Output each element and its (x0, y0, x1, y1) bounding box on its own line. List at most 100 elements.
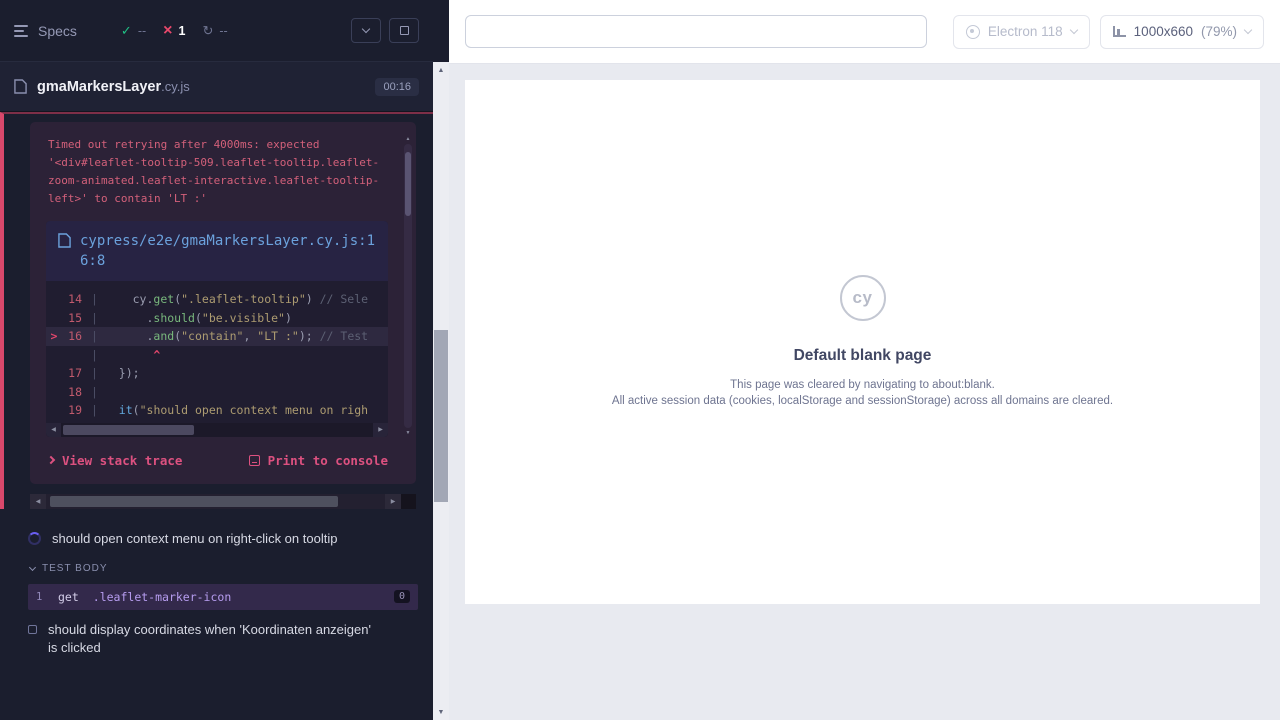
line-marker-gutter (46, 364, 62, 383)
test-pending[interactable]: should display coordinates when 'Koordin… (0, 613, 433, 665)
code-token (105, 403, 119, 417)
aut-toolbar: Electron 118 1000x660 (79%) (449, 0, 1280, 64)
code-token: // Test (320, 329, 368, 343)
spec-base-name: gmaMarkersLayer (37, 79, 161, 95)
scrollbar-thumb[interactable] (50, 496, 338, 507)
scrollbar-thumb[interactable] (405, 152, 411, 216)
specs-menu-icon[interactable] (14, 25, 28, 37)
attempt-horizontal-scrollbar[interactable]: ◀ ▶ (30, 494, 416, 509)
reporter-sidebar: Specs ✓ -- × 1 ↻ -- gmaMarkersLayer.cy.j… (0, 0, 433, 720)
chevron-down-icon (362, 25, 370, 33)
scrollbar-thumb[interactable] (63, 425, 194, 435)
code-text: .should("be.visible") (105, 309, 292, 328)
gutter-separator: | (91, 290, 98, 309)
scrollbar-track[interactable] (404, 144, 412, 428)
error-actions: View stack trace Print to console (48, 453, 388, 468)
command-count-badge: 0 (394, 590, 410, 603)
print-to-console-link[interactable]: Print to console (249, 453, 388, 468)
spec-header[interactable]: gmaMarkersLayer.cy.js 00:16 (0, 62, 433, 112)
blank-page-title: Default blank page (794, 347, 932, 365)
code-frame-file-link[interactable]: cypress/e2e/gmaMarkersLayer.cy.js:16:8 (80, 231, 376, 271)
line-number: 14 (62, 290, 82, 309)
specs-label[interactable]: Specs (38, 23, 77, 39)
right-arrow-icon[interactable]: ▶ (385, 494, 401, 509)
viewport-zoom: (79%) (1201, 24, 1237, 39)
spec-extension: .cy.js (161, 79, 190, 94)
error-panel: Timed out retrying after 4000ms: expecte… (30, 122, 416, 484)
error-line-marker: > (46, 327, 62, 346)
left-arrow-icon[interactable]: ◀ (46, 423, 61, 437)
scrollbar-thumb[interactable] (434, 330, 448, 502)
up-arrow-icon[interactable]: ▲ (406, 134, 411, 144)
view-stack-trace-link[interactable]: View stack trace (48, 453, 182, 468)
test-body-section[interactable]: TEST BODY (0, 556, 433, 581)
viewport-icon (1113, 26, 1126, 37)
code-frame: cypress/e2e/gmaMarkersLayer.cy.js:16:8 1… (46, 221, 388, 437)
code-text: cy.get(".leaflet-tooltip") // Sele (105, 290, 368, 309)
scrollbar-corner (401, 494, 416, 509)
file-icon (58, 233, 71, 248)
viewport-control[interactable]: 1000x660 (79%) (1100, 15, 1264, 49)
gutter-separator: | (91, 309, 98, 328)
line-marker-gutter (46, 309, 62, 328)
code-line: | ^ (46, 346, 388, 365)
print-icon (249, 455, 260, 466)
code-token: }); (105, 366, 140, 380)
file-icon (14, 79, 27, 94)
line-marker-gutter (46, 401, 62, 420)
aut-pane: Electron 118 1000x660 (79%) cy Default b… (449, 0, 1280, 720)
gutter-separator: | (91, 401, 98, 420)
line-number: 17 (62, 364, 82, 383)
blank-page: cy Default blank page This page was clea… (465, 80, 1260, 604)
command-number: 1 (36, 591, 58, 603)
failed-count: 1 (179, 24, 186, 38)
code-text: ^ (105, 346, 160, 365)
scrollbar-header-filler (433, 0, 449, 62)
collapse-all-button[interactable] (351, 18, 381, 43)
code-token: . (105, 329, 153, 343)
left-arrow-icon[interactable]: ◀ (30, 494, 46, 509)
stop-button[interactable] (389, 18, 419, 43)
down-arrow-icon[interactable]: ▼ (406, 428, 411, 438)
code-token: ( (195, 311, 202, 325)
error-vertical-scrollbar[interactable]: ▲ ▼ (404, 134, 412, 438)
scrollbar-track[interactable] (61, 423, 373, 437)
aut-body: cy Default blank page This page was clea… (449, 64, 1280, 720)
code-horizontal-scrollbar[interactable]: ◀ ▶ (46, 423, 388, 437)
line-number: 19 (62, 401, 82, 420)
view-stack-trace-label: View stack trace (62, 453, 182, 468)
code-token: "be.visible" (202, 311, 285, 325)
chevron-down-icon (1069, 26, 1077, 34)
spec-duration-badge: 00:16 (375, 78, 419, 96)
command-method: get (58, 590, 79, 604)
passed-count: -- (138, 24, 146, 38)
up-arrow-icon[interactable]: ▲ (433, 63, 449, 78)
blank-page-line1: This page was cleared by navigating to a… (730, 379, 995, 391)
code-line: 19| it("should open context menu on righ (46, 401, 388, 420)
code-text: }); (105, 364, 140, 383)
line-number (62, 346, 82, 365)
electron-browser-icon (966, 25, 980, 39)
test-body-label: TEST BODY (42, 563, 108, 574)
reporter-header: Specs ✓ -- × 1 ↻ -- (0, 0, 433, 62)
code-token: it (119, 403, 133, 417)
code-token: , (243, 329, 257, 343)
scrollbar-track[interactable] (46, 494, 385, 509)
code-token: . (105, 311, 153, 325)
right-arrow-icon[interactable]: ▶ (373, 423, 388, 437)
command-log-row[interactable]: 1 get .leaflet-marker-icon 0 (28, 584, 418, 610)
browser-select[interactable]: Electron 118 (953, 15, 1090, 49)
code-token: cy. (105, 292, 153, 306)
test-running[interactable]: should open context menu on right-click … (0, 522, 433, 556)
url-input[interactable] (465, 15, 927, 48)
code-token: "contain" (181, 329, 243, 343)
spec-name: gmaMarkersLayer.cy.js (37, 79, 190, 95)
main-scrollbar[interactable]: ▲ ▼ (433, 0, 449, 720)
blank-page-line2: All active session data (cookies, localS… (612, 395, 1113, 407)
code-token: ) (306, 292, 320, 306)
line-marker-gutter (46, 290, 62, 309)
stat-failed: × 1 (163, 24, 185, 38)
line-marker-gutter (46, 383, 62, 402)
viewport-size: 1000x660 (1134, 24, 1193, 39)
down-arrow-icon[interactable]: ▼ (433, 705, 449, 720)
